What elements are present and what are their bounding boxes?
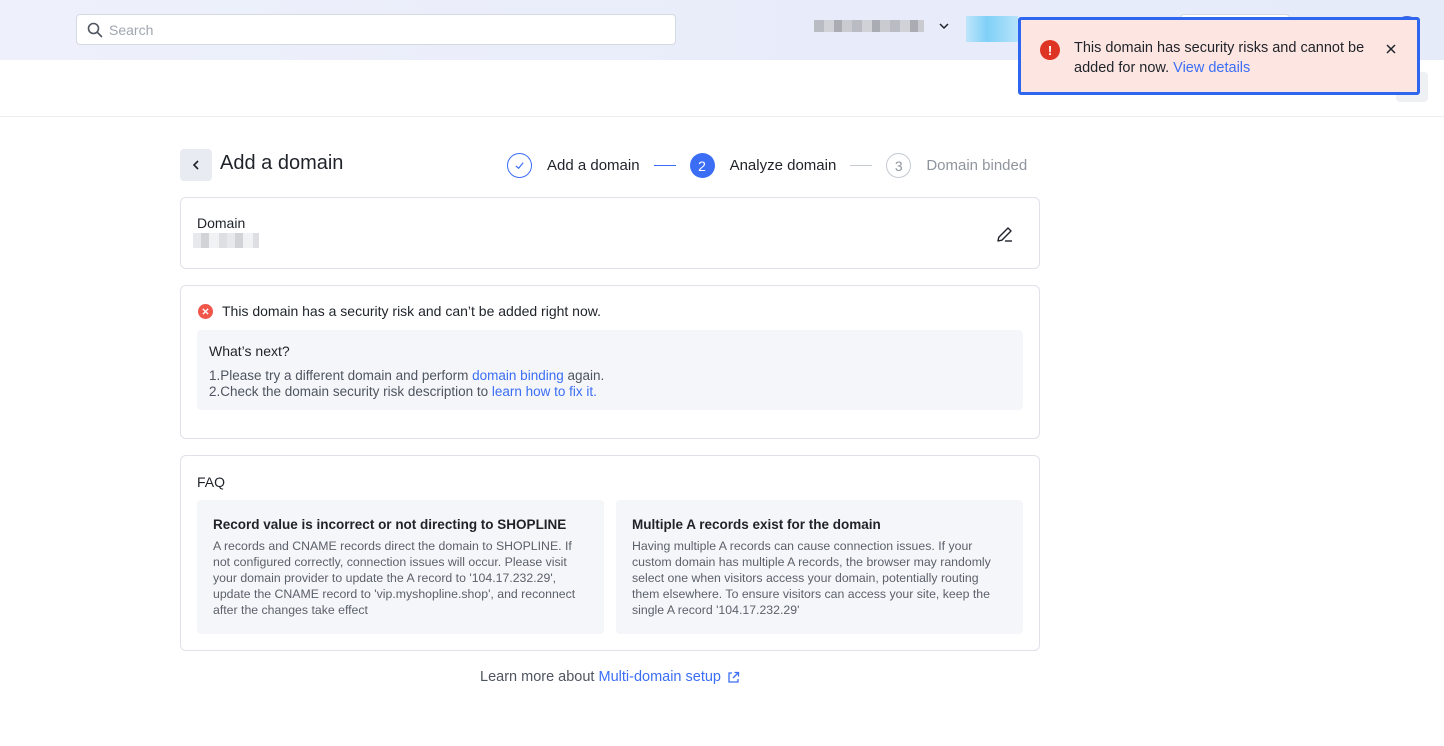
step-3-label: Domain binded	[926, 157, 1028, 174]
step-2-number: 2	[689, 153, 715, 178]
chevron-left-icon	[192, 160, 199, 170]
error-toast: ! This domain has security risks and can…	[1018, 17, 1420, 95]
search-box[interactable]	[76, 14, 676, 45]
search-icon	[87, 22, 103, 37]
faq-question: Multiple A records exist for the domain	[632, 517, 881, 532]
multi-domain-link-label: Multi-domain setup	[598, 669, 722, 685]
error-icon	[198, 303, 213, 319]
next-step-1-text: 1.Please try a different domain and perf…	[209, 368, 473, 383]
faq-card: FAQ Record value is incorrect or not dir…	[180, 455, 1040, 651]
domain-value-redacted	[193, 233, 259, 248]
multi-domain-link[interactable]: Multi-domain setup	[599, 669, 741, 685]
learn-fix-link[interactable]: learn how to fix it	[492, 384, 593, 399]
toast-message: This domain has security risks and canno…	[1074, 38, 1384, 78]
next-step-2-suffix: .	[593, 384, 597, 399]
next-step-2-text: 2.Check the domain security risk descrip…	[209, 384, 492, 399]
page-title: Add a domain	[220, 152, 344, 174]
view-details-link[interactable]: View details	[1173, 60, 1250, 76]
learn-more-text: Learn more about	[480, 669, 599, 685]
faq-answer: Having multiple A records can cause conn…	[632, 539, 991, 617]
store-switcher[interactable]	[814, 20, 950, 32]
faq-title: FAQ	[197, 474, 226, 490]
chevron-down-icon	[939, 23, 949, 30]
store-name-redacted	[814, 20, 924, 32]
domain-card: Domain	[180, 197, 1040, 269]
faq-question: Record value is incorrect or not directi…	[213, 517, 567, 532]
domain-binding-link[interactable]: domain binding	[472, 368, 564, 383]
back-button[interactable]	[180, 149, 212, 181]
next-step-2: 2.Check the domain security risk descrip…	[209, 384, 1011, 400]
faq-answer: A records and CNAME records direct the d…	[213, 539, 576, 617]
external-link-icon	[728, 671, 740, 683]
step-3-number: 3	[886, 153, 912, 178]
step-2-label: Analyze domain	[729, 157, 837, 174]
step-connector	[850, 165, 873, 166]
security-risk-card: This domain has a security risk and can’…	[180, 285, 1040, 439]
whats-next-title: What’s next?	[209, 343, 290, 359]
search-input[interactable]	[109, 21, 649, 38]
faq-item: Record value is incorrect or not directi…	[197, 500, 604, 634]
risk-message: This domain has a security risk and can’…	[222, 303, 601, 319]
domain-label: Domain	[197, 215, 246, 231]
learn-more: Learn more about Multi-domain setup	[0, 669, 1220, 685]
alert-icon: !	[1040, 40, 1060, 60]
step-1-check-icon	[507, 153, 532, 178]
close-icon[interactable]	[1383, 41, 1399, 57]
next-step-1: 1.Please try a different domain and perf…	[209, 368, 1011, 384]
risk-header: This domain has a security risk and can’…	[198, 303, 601, 319]
whats-next-box: What’s next? 1.Please try a different do…	[197, 330, 1023, 410]
stepper: Add a domain 2 Analyze domain 3 Domain b…	[507, 153, 1027, 178]
next-step-1-suffix: again.	[563, 368, 605, 383]
faq-item: Multiple A records exist for the domain …	[616, 500, 1023, 634]
step-connector	[653, 165, 676, 166]
edit-icon[interactable]	[995, 224, 1015, 244]
app-logo-redacted	[966, 16, 1018, 42]
step-1-label: Add a domain	[547, 157, 640, 174]
